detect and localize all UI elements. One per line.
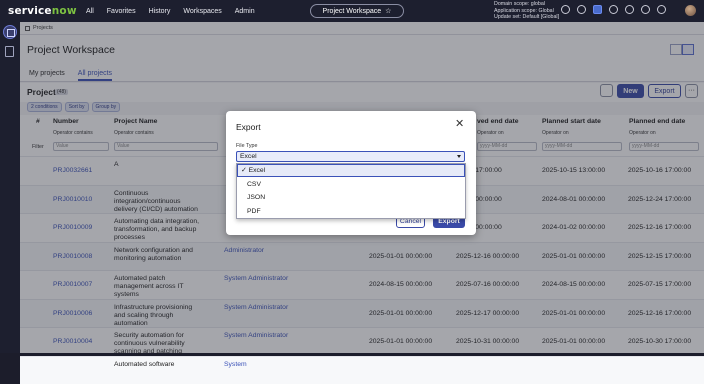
close-icon[interactable]: ✕	[455, 119, 464, 130]
document-icon[interactable]	[5, 46, 14, 57]
nav-admin[interactable]: Admin	[235, 8, 255, 15]
file-type-value: Excel	[240, 153, 257, 160]
table-row[interactable]: Automated software System	[20, 355, 704, 384]
application-scope: Application scope: Global	[494, 7, 554, 14]
left-rail	[0, 22, 20, 353]
update-set: Update set: Default [Global]	[494, 14, 560, 21]
file-type-dropdown: ✓ Excel CSV JSON PDF	[236, 163, 466, 219]
file-type-label: File Type	[236, 143, 258, 149]
nav-workspaces[interactable]: Workspaces	[183, 8, 221, 15]
avatar[interactable]	[685, 5, 696, 16]
option-csv[interactable]: CSV	[237, 178, 465, 191]
sidebar-icon[interactable]	[625, 5, 634, 14]
chat-icon[interactable]	[593, 5, 602, 14]
help-icon[interactable]	[641, 5, 650, 14]
star-icon[interactable]: ☆	[385, 7, 391, 15]
scope-info[interactable]: Domain scope: global Application scope: …	[494, 1, 559, 21]
servicenow-logo[interactable]: servicenow	[8, 5, 78, 17]
workspace-pill-label: Project Workspace	[322, 7, 382, 15]
logo-text-a: service	[8, 5, 52, 17]
option-json[interactable]: JSON	[237, 191, 465, 204]
nav-all[interactable]: All	[86, 8, 94, 15]
nav-history[interactable]: History	[149, 8, 171, 15]
main-nav: All Favorites History Workspaces Admin	[86, 8, 255, 15]
search-icon[interactable]	[561, 5, 570, 14]
cell-name: Automated software	[114, 360, 175, 368]
file-type-select[interactable]: Excel	[236, 151, 465, 162]
dialog-title: Export	[236, 122, 261, 132]
workspace-pill[interactable]: Project Workspace ☆	[310, 4, 404, 18]
connect-icon[interactable]	[609, 5, 618, 14]
workspace-home-icon[interactable]	[3, 25, 17, 39]
bell-icon[interactable]	[657, 5, 666, 14]
top-icons	[561, 5, 666, 14]
domain-scope: Domain scope: global	[494, 1, 545, 7]
option-excel[interactable]: ✓ Excel	[237, 164, 465, 177]
option-pdf[interactable]: PDF	[237, 205, 465, 218]
nav-favorites[interactable]: Favorites	[107, 8, 136, 15]
globe-icon[interactable]	[577, 5, 586, 14]
cell-user[interactable]: System	[224, 361, 247, 369]
top-navigation-bar: servicenow All Favorites History Workspa…	[0, 0, 704, 22]
logo-text-b: now	[51, 5, 77, 17]
chevron-down-icon	[457, 155, 461, 158]
